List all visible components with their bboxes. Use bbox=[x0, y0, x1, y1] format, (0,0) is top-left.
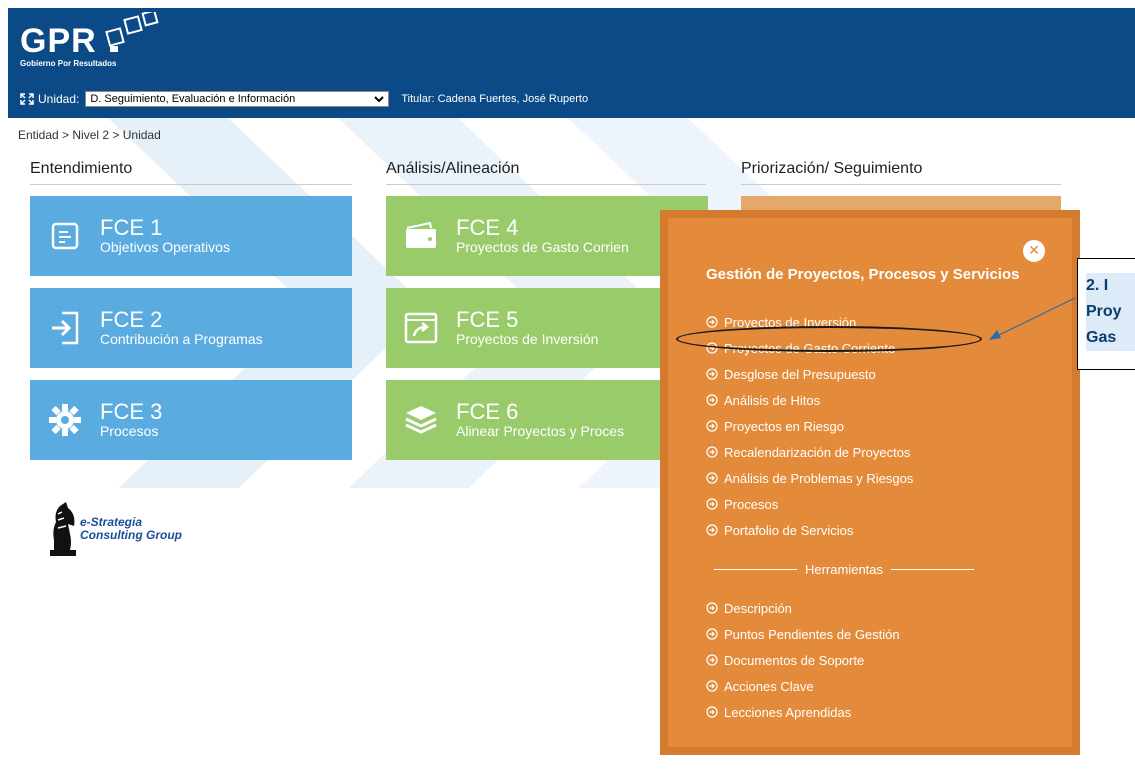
menu-item-label: Recalendarización de Proyectos bbox=[724, 444, 911, 460]
tile-fce2-subtitle: Contribución a Programas bbox=[100, 331, 263, 347]
divider bbox=[386, 184, 706, 185]
gpr-logo[interactable]: GPR Gobierno Por Resultados bbox=[20, 12, 159, 68]
arrow-circle-icon bbox=[706, 524, 718, 536]
arrow-circle-icon bbox=[706, 394, 718, 406]
tile-fce5-subtitle: Proyectos de Inversión bbox=[456, 331, 599, 347]
tool-item-label: Descripción bbox=[724, 600, 792, 616]
chevron-down-icon bbox=[374, 96, 385, 103]
menu-item-label: Procesos bbox=[724, 496, 779, 512]
tile-fce3-subtitle: Procesos bbox=[100, 423, 159, 439]
menu-item-label: Análisis de Hitos bbox=[724, 392, 821, 408]
close-icon[interactable]: ✕ bbox=[1023, 240, 1045, 262]
knight-chess-icon bbox=[50, 502, 76, 556]
tile-fce6-subtitle: Alinear Proyectos y Proces bbox=[456, 423, 625, 439]
tool-item-acciones-clave[interactable]: Acciones Clave bbox=[706, 676, 814, 696]
share-icon bbox=[404, 312, 438, 344]
tool-item-label: Acciones Clave bbox=[724, 678, 814, 694]
unit-select[interactable]: D. Seguimiento, Evaluación e Información bbox=[85, 91, 390, 107]
document-icon bbox=[51, 222, 79, 250]
tool-item-puntos-pendientes[interactable]: Puntos Pendientes de Gestión bbox=[706, 624, 900, 644]
highlight-ellipse bbox=[676, 326, 982, 352]
tile-fce1-subtitle: Objetivos Operativos bbox=[100, 239, 230, 255]
popup-title: Gestión de Proyectos, Procesos y Servici… bbox=[706, 266, 1020, 283]
menu-item-portafolio[interactable]: Portafolio de Servicios bbox=[706, 520, 853, 540]
menu-item-proyectos-riesgo[interactable]: Proyectos en Riesgo bbox=[706, 416, 844, 436]
estrategia-logo: e-Strategia Consulting Group bbox=[48, 500, 182, 558]
tile-fce4-title: FCE 4 bbox=[456, 215, 519, 240]
estrategia-line2: Consulting Group bbox=[80, 528, 182, 542]
arrow-circle-icon bbox=[706, 602, 718, 614]
arrow-circle-icon bbox=[706, 472, 718, 484]
gear-icon bbox=[49, 404, 81, 436]
tool-item-descripcion[interactable]: Descripción bbox=[706, 598, 792, 618]
tile-fce3[interactable]: FCE 3 Procesos bbox=[30, 380, 352, 460]
menu-item-analisis-hitos[interactable]: Análisis de Hitos bbox=[706, 390, 820, 410]
section-analisis: Análisis/Alineación bbox=[386, 160, 520, 177]
tile-fce1-title: FCE 1 bbox=[100, 215, 163, 240]
tile-fce6-title: FCE 6 bbox=[456, 399, 519, 424]
arrow-circle-icon bbox=[706, 680, 718, 692]
tool-item-label: Puntos Pendientes de Gestión bbox=[724, 626, 900, 642]
unit-label: Unidad: bbox=[38, 92, 80, 106]
menu-item-procesos[interactable]: Procesos bbox=[706, 494, 778, 514]
unit-selector-row: Unidad: D. Seguimiento, Evaluación e Inf… bbox=[20, 90, 588, 108]
arrow-circle-icon bbox=[706, 420, 718, 432]
logo-text: GPR bbox=[20, 22, 97, 60]
callout-arrow-icon bbox=[989, 297, 1076, 340]
arrow-circle-icon bbox=[706, 654, 718, 666]
expand-icon[interactable] bbox=[20, 93, 34, 105]
tile-fce5-title: FCE 5 bbox=[456, 307, 519, 332]
callout-box: 2. I Proy Gas bbox=[1077, 258, 1135, 370]
tool-item-documentos[interactable]: Documentos de Soporte bbox=[706, 650, 864, 670]
menu-item-label: Desglose del Presupuesto bbox=[724, 366, 876, 382]
tile-fce2-title: FCE 2 bbox=[100, 307, 163, 332]
menu-item-recalendarizacion[interactable]: Recalendarización de Proyectos bbox=[706, 442, 910, 462]
menu-item-analisis-problemas[interactable]: Análisis de Problemas y Riesgos bbox=[706, 468, 913, 488]
tool-item-label: Lecciones Aprendidas bbox=[724, 704, 852, 720]
logo-subtitle: Gobierno Por Resultados bbox=[20, 59, 117, 68]
app-header: GPR Gobierno Por Resultados Unidad: D. S… bbox=[8, 8, 1135, 118]
menu-item-label: Proyectos en Riesgo bbox=[724, 418, 844, 434]
divider bbox=[30, 184, 352, 185]
menu-item-desglose-presupuesto[interactable]: Desglose del Presupuesto bbox=[706, 364, 876, 384]
arrow-circle-icon bbox=[706, 706, 718, 718]
arrow-circle-icon bbox=[706, 316, 718, 328]
tools-heading: Herramientas bbox=[714, 562, 974, 577]
unit-select-value: D. Seguimiento, Evaluación e Información bbox=[90, 93, 296, 105]
tile-fce2[interactable]: FCE 2 Contribución a Programas bbox=[30, 288, 352, 368]
arrow-circle-icon bbox=[706, 498, 718, 510]
wallet-icon bbox=[406, 222, 436, 248]
gestion-popup: ✕ Gestión de Proyectos, Procesos y Servi… bbox=[660, 210, 1080, 755]
section-priorizacion: Priorización/ Seguimiento bbox=[741, 160, 923, 177]
arrow-circle-icon bbox=[706, 368, 718, 380]
menu-item-label: Portafolio de Servicios bbox=[724, 522, 854, 538]
titular-text: Titular: Cadena Fuertes, José Ruperto bbox=[401, 93, 589, 105]
tool-item-label: Documentos de Soporte bbox=[724, 652, 865, 668]
tools-heading-label: Herramientas bbox=[804, 562, 884, 577]
callout-line3: Gas bbox=[1086, 325, 1135, 351]
login-icon bbox=[52, 311, 79, 345]
menu-item-label: Análisis de Problemas y Riesgos bbox=[724, 470, 914, 486]
divider bbox=[741, 184, 1061, 185]
tool-item-lecciones[interactable]: Lecciones Aprendidas bbox=[706, 702, 851, 722]
section-entendimiento: Entendimiento bbox=[30, 160, 133, 177]
layers-icon bbox=[405, 406, 437, 434]
arrow-circle-icon bbox=[706, 446, 718, 458]
tile-fce4-subtitle: Proyectos de Gasto Corrien bbox=[456, 239, 629, 255]
tile-fce1[interactable]: FCE 1 Objetivos Operativos bbox=[30, 196, 352, 276]
tile-fce3-title: FCE 3 bbox=[100, 399, 163, 424]
callout-line1: 2. I bbox=[1086, 273, 1135, 299]
logo-cubes-icon bbox=[105, 12, 159, 52]
callout-line2: Proy bbox=[1086, 299, 1135, 325]
breadcrumb[interactable]: Entidad > Nivel 2 > Unidad bbox=[18, 128, 161, 142]
arrow-circle-icon bbox=[706, 628, 718, 640]
